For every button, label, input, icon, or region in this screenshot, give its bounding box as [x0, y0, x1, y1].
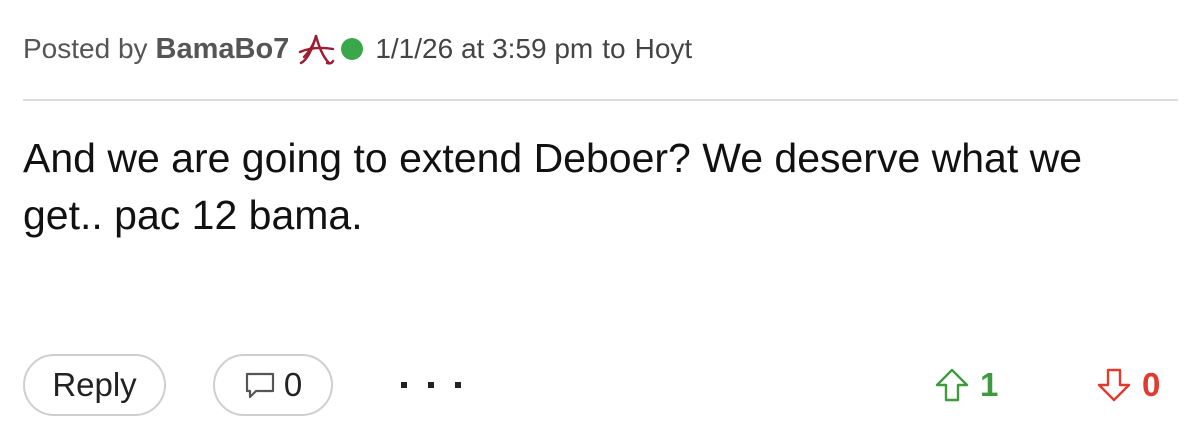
posted-by-label: Posted by: [23, 33, 148, 64]
more-dots-icon: [401, 382, 407, 388]
more-dots-icon: [455, 382, 461, 388]
header-divider: [23, 99, 1178, 101]
upvote-count: 1: [980, 366, 999, 403]
more-options-button[interactable]: [401, 368, 461, 402]
downvote-count: 0: [1142, 366, 1161, 403]
alabama-script-a-icon: [297, 30, 335, 68]
recipient-link[interactable]: Hoyt: [635, 33, 693, 65]
comments-button[interactable]: 0: [213, 354, 333, 416]
forum-post: Posted by BamaBo7 1/1/26 at 3:59 pm to H…: [0, 0, 1200, 430]
post-body: And we are going to extend Deboer? We de…: [23, 135, 1083, 238]
to-label: to: [602, 33, 626, 64]
username-link[interactable]: BamaBo7: [156, 33, 290, 66]
downvote-button[interactable]: 0: [1096, 364, 1160, 406]
reply-button-label: Reply: [52, 366, 137, 403]
upvote-button[interactable]: 1: [934, 364, 998, 406]
downvote-arrow-icon: [1096, 367, 1132, 403]
post-actions: Reply 0 1 0: [23, 354, 1178, 416]
post-timestamp[interactable]: 1/1/26 at 3:59 pm: [375, 33, 593, 65]
more-dots-icon: [428, 382, 434, 388]
online-status-dot: [341, 38, 364, 60]
comment-count: 0: [283, 366, 303, 403]
post-header: Posted by BamaBo7 1/1/26 at 3:59 pm to H…: [23, 28, 692, 70]
comment-bubble-icon: [244, 370, 276, 400]
reply-button[interactable]: Reply: [23, 354, 166, 416]
upvote-arrow-icon: [934, 367, 970, 403]
